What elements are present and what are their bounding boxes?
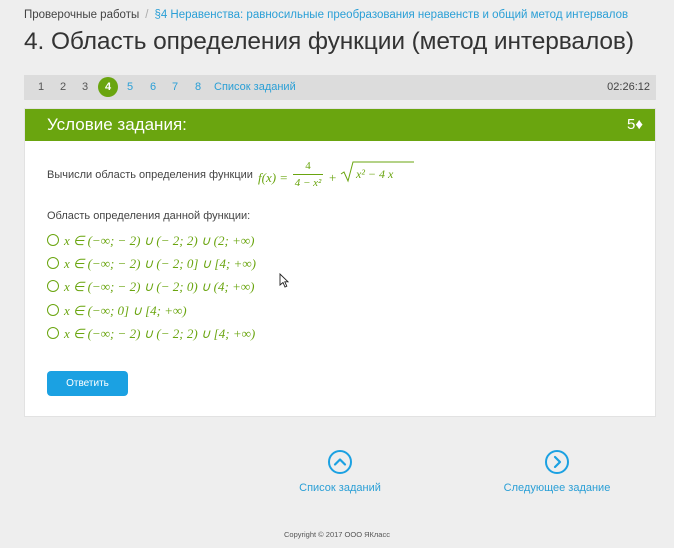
chevron-up-circle-icon[interactable]: [328, 450, 352, 474]
chevron-up-icon: [333, 458, 347, 466]
pager-item-3[interactable]: 3: [82, 81, 88, 93]
task-card-header: Условие задания: 5♦: [25, 109, 655, 141]
task-points: 5♦: [627, 116, 643, 133]
breadcrumb-root[interactable]: Проверочные работы: [24, 9, 139, 21]
option-text: x ∈ (−∞; − 2) ∪ (− 2; 2) ∪ [4; +∞): [64, 326, 256, 341]
pager-item-6[interactable]: 6: [150, 81, 156, 93]
task-pager: 1 2 3 4 5 6 7 8 Список заданий 02:26:12: [24, 75, 656, 100]
radio-button[interactable]: [47, 280, 59, 292]
task-list-nav[interactable]: Список заданий: [290, 450, 390, 494]
radio-button[interactable]: [47, 327, 59, 339]
pager-item-2[interactable]: 2: [60, 81, 66, 93]
option-text: x ∈ (−∞; − 2) ∪ (− 2; 2) ∪ (2; +∞): [64, 233, 255, 248]
answer-button[interactable]: Ответить: [47, 371, 128, 396]
copyright: Copyright © 2017 ООО ЯКласс: [284, 530, 390, 539]
formula-fraction: 4 4 − x²: [293, 159, 323, 190]
pager-item-1[interactable]: 1: [38, 81, 44, 93]
breadcrumb-section-link[interactable]: §4 Неравенства: равносильные преобразова…: [154, 9, 628, 21]
task-card: Условие задания: 5♦ Вычисли область опре…: [24, 108, 656, 417]
radio-button[interactable]: [47, 304, 59, 316]
breadcrumb: Проверочные работы / §4 Неравенства: равно…: [24, 9, 628, 21]
formula-radicand: x² − 4 x: [356, 167, 394, 181]
formula-plus: +: [329, 170, 337, 185]
task-header-title: Условие задания:: [47, 115, 187, 134]
fraction-bar: [293, 174, 323, 175]
chevron-right-circle-icon[interactable]: [545, 450, 569, 474]
pager-item-7[interactable]: 7: [172, 81, 178, 93]
radio-button[interactable]: [47, 234, 59, 246]
pager-item-5[interactable]: 5: [127, 81, 133, 93]
pager-item-4-active[interactable]: 4: [98, 77, 118, 97]
subquestion: Область определения данной функции:: [47, 210, 251, 222]
breadcrumb-separator: /: [145, 9, 149, 21]
task-list-nav-label[interactable]: Список заданий: [290, 482, 390, 494]
option-text: x ∈ (−∞; 0] ∪ [4; +∞): [64, 303, 187, 318]
option-text: x ∈ (−∞; − 2) ∪ (− 2; 0] ∪ [4; +∞): [64, 256, 256, 271]
next-task-nav[interactable]: Следующее задание: [497, 450, 617, 494]
option-text: x ∈ (−∞; − 2) ∪ (− 2; 0) ∪ (4; +∞): [64, 279, 255, 294]
mouse-cursor-icon: [279, 273, 289, 288]
pager-item-8[interactable]: 8: [195, 81, 201, 93]
timer: 02:26:12: [607, 81, 650, 93]
next-task-nav-label[interactable]: Следующее задание: [497, 482, 617, 494]
page-title: 4. Область определения функции (метод ин…: [24, 28, 634, 55]
formula-denominator: 4 − x²: [294, 177, 322, 189]
formula-lhs: f(x) =: [258, 170, 289, 185]
formula-numerator: 4: [305, 160, 311, 172]
pager-task-list-link[interactable]: Список заданий: [214, 81, 296, 93]
task-prompt: Вычисли область определения функции: [47, 169, 253, 181]
radio-button[interactable]: [47, 257, 59, 269]
formula-sqrt: x² − 4 x: [340, 161, 414, 183]
chevron-right-icon: [553, 455, 562, 469]
